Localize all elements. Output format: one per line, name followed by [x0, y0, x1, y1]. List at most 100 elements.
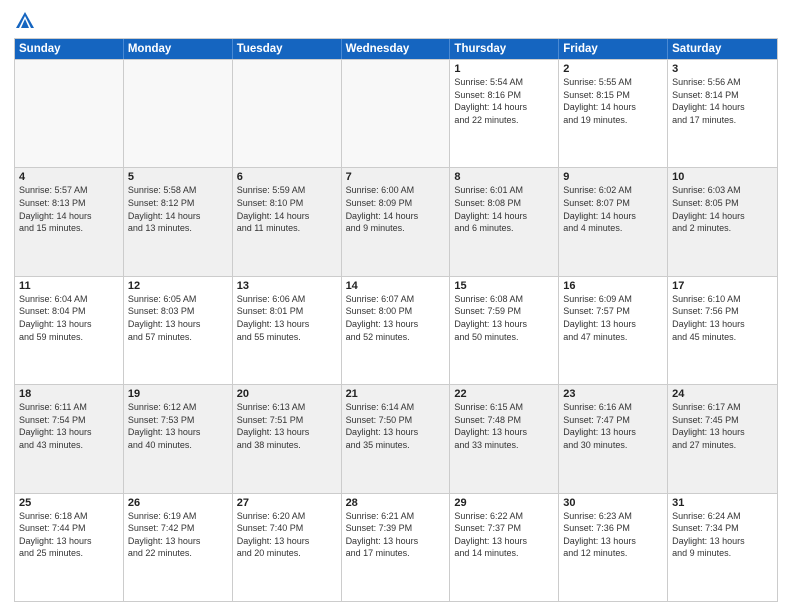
day-header-wednesday: Wednesday [342, 39, 451, 59]
cell-line: Sunrise: 5:58 AM [128, 184, 228, 197]
cell-line: Sunset: 8:00 PM [346, 305, 446, 318]
cell-line: Sunset: 7:39 PM [346, 522, 446, 535]
cell-line: Daylight: 13 hours [346, 426, 446, 439]
day-number: 27 [237, 497, 337, 509]
cal-cell [342, 60, 451, 167]
cell-line: Sunset: 7:54 PM [19, 414, 119, 427]
day-number: 13 [237, 280, 337, 292]
page: SundayMondayTuesdayWednesdayThursdayFrid… [0, 0, 792, 612]
cell-line: Daylight: 14 hours [128, 210, 228, 223]
day-number: 25 [19, 497, 119, 509]
cell-line: and 40 minutes. [128, 439, 228, 452]
cell-line: Daylight: 13 hours [454, 318, 554, 331]
cal-cell: 5Sunrise: 5:58 AMSunset: 8:12 PMDaylight… [124, 168, 233, 275]
cell-line: Daylight: 14 hours [454, 210, 554, 223]
cal-row-4: 25Sunrise: 6:18 AMSunset: 7:44 PMDayligh… [15, 493, 777, 601]
day-number: 10 [672, 171, 773, 183]
cell-line: Sunset: 8:16 PM [454, 89, 554, 102]
cell-line: Sunset: 7:59 PM [454, 305, 554, 318]
cell-line: Sunset: 8:01 PM [237, 305, 337, 318]
cell-line: Daylight: 13 hours [237, 535, 337, 548]
cal-cell: 28Sunrise: 6:21 AMSunset: 7:39 PMDayligh… [342, 494, 451, 601]
cell-line: Sunrise: 6:03 AM [672, 184, 773, 197]
cell-line: Daylight: 13 hours [454, 426, 554, 439]
cell-line: Sunrise: 6:14 AM [346, 401, 446, 414]
cal-cell: 11Sunrise: 6:04 AMSunset: 8:04 PMDayligh… [15, 277, 124, 384]
cell-line: Sunrise: 5:59 AM [237, 184, 337, 197]
day-number: 8 [454, 171, 554, 183]
day-number: 7 [346, 171, 446, 183]
cell-line: and 17 minutes. [672, 114, 773, 127]
cell-line: Sunrise: 5:57 AM [19, 184, 119, 197]
cell-line: and 43 minutes. [19, 439, 119, 452]
cell-line: Sunset: 8:13 PM [19, 197, 119, 210]
cal-cell: 7Sunrise: 6:00 AMSunset: 8:09 PMDaylight… [342, 168, 451, 275]
day-number: 11 [19, 280, 119, 292]
cal-cell: 12Sunrise: 6:05 AMSunset: 8:03 PMDayligh… [124, 277, 233, 384]
cal-cell: 24Sunrise: 6:17 AMSunset: 7:45 PMDayligh… [668, 385, 777, 492]
day-number: 4 [19, 171, 119, 183]
day-number: 18 [19, 388, 119, 400]
cal-row-3: 18Sunrise: 6:11 AMSunset: 7:54 PM Dayligh… [15, 384, 777, 492]
cell-line: Sunrise: 6:15 AM [454, 401, 554, 414]
cal-cell: 26Sunrise: 6:19 AMSunset: 7:42 PMDayligh… [124, 494, 233, 601]
cell-line: and 14 minutes. [454, 547, 554, 560]
cell-line: Daylight: 14 hours [346, 210, 446, 223]
cell-line: and 6 minutes. [454, 222, 554, 235]
cell-line: Sunrise: 6:02 AM [563, 184, 663, 197]
day-number: 9 [563, 171, 663, 183]
cal-cell [15, 60, 124, 167]
day-header-friday: Friday [559, 39, 668, 59]
cell-line: and 9 minutes. [346, 222, 446, 235]
cal-cell: 8Sunrise: 6:01 AMSunset: 8:08 PMDaylight… [450, 168, 559, 275]
cell-line: Sunset: 8:15 PM [563, 89, 663, 102]
cell-line: Sunset: 7:51 PM [237, 414, 337, 427]
cell-line: Daylight: 13 hours [672, 318, 773, 331]
cell-line: Sunset: 7:40 PM [237, 522, 337, 535]
day-number: 24 [672, 388, 773, 400]
logo-icon [14, 10, 36, 32]
day-number: 23 [563, 388, 663, 400]
day-number: 22 [454, 388, 554, 400]
day-number: 6 [237, 171, 337, 183]
cell-line: Sunrise: 6:23 AM [563, 510, 663, 523]
cell-line: and 2 minutes. [672, 222, 773, 235]
day-number: 29 [454, 497, 554, 509]
cal-cell: 22Sunrise: 6:15 AMSunset: 7:48 PMDayligh… [450, 385, 559, 492]
cal-cell: 29Sunrise: 6:22 AMSunset: 7:37 PMDayligh… [450, 494, 559, 601]
cell-line: Sunrise: 6:20 AM [237, 510, 337, 523]
cell-line: and 45 minutes. [672, 331, 773, 344]
cal-row-1: 4Sunrise: 5:57 AMSunset: 8:13 PM Daylight… [15, 167, 777, 275]
cell-line: and 57 minutes. [128, 331, 228, 344]
day-number: 21 [346, 388, 446, 400]
cell-line: Sunrise: 5:55 AM [563, 76, 663, 89]
cell-line: and 9 minutes. [672, 547, 773, 560]
cell-line: Daylight: 13 hours [672, 535, 773, 548]
cell-line: Sunset: 7:42 PM [128, 522, 228, 535]
cell-line: and 35 minutes. [346, 439, 446, 452]
cell-line: Sunset: 7:48 PM [454, 414, 554, 427]
logo [14, 10, 40, 32]
cal-cell: 27Sunrise: 6:20 AMSunset: 7:40 PMDayligh… [233, 494, 342, 601]
cell-line: and 30 minutes. [563, 439, 663, 452]
cell-line: Sunset: 7:36 PM [563, 522, 663, 535]
day-number: 2 [563, 63, 663, 75]
cell-line: Sunset: 8:14 PM [672, 89, 773, 102]
day-header-monday: Monday [124, 39, 233, 59]
cell-line: Sunrise: 6:10 AM [672, 293, 773, 306]
cell-line: Daylight: 14 hours [563, 101, 663, 114]
cal-cell: 20Sunrise: 6:13 AMSunset: 7:51 PMDayligh… [233, 385, 342, 492]
cell-line: and 47 minutes. [563, 331, 663, 344]
cell-line: Sunset: 7:50 PM [346, 414, 446, 427]
day-number: 17 [672, 280, 773, 292]
cell-line: and 59 minutes. [19, 331, 119, 344]
cell-line: Sunrise: 6:07 AM [346, 293, 446, 306]
cal-cell [233, 60, 342, 167]
day-number: 12 [128, 280, 228, 292]
cell-line: Sunrise: 6:11 AM [19, 401, 119, 414]
cal-cell: 13Sunrise: 6:06 AMSunset: 8:01 PMDayligh… [233, 277, 342, 384]
cell-line: Sunset: 7:45 PM [672, 414, 773, 427]
calendar-header-row: SundayMondayTuesdayWednesdayThursdayFrid… [15, 39, 777, 59]
cell-line: Daylight: 13 hours [563, 535, 663, 548]
cal-cell: 2Sunrise: 5:55 AMSunset: 8:15 PMDaylight… [559, 60, 668, 167]
